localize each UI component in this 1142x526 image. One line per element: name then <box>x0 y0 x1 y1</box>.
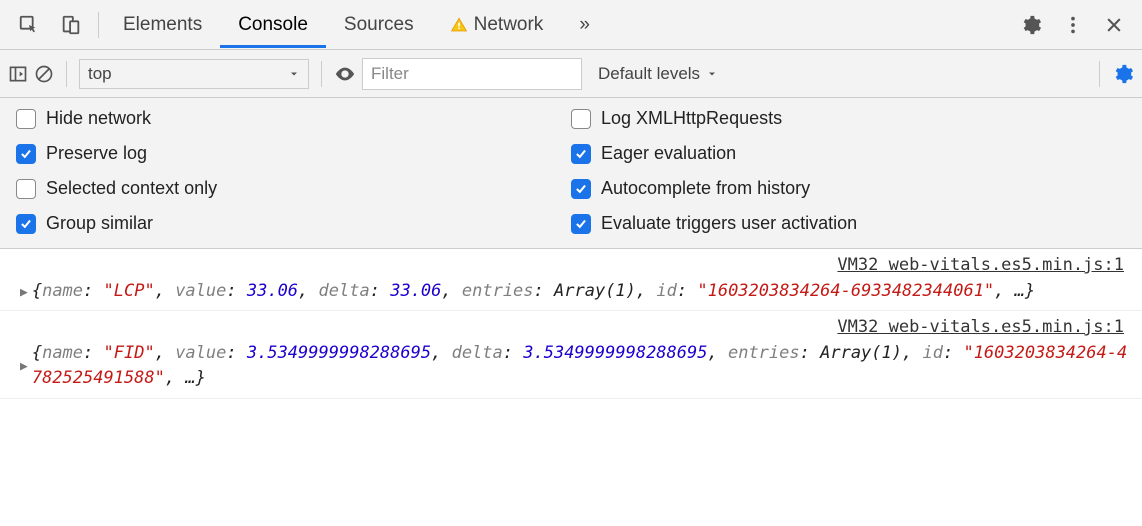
live-expression-eye-icon[interactable] <box>334 63 356 85</box>
divider <box>1099 61 1100 87</box>
checkbox[interactable] <box>16 179 36 199</box>
tabs-overflow[interactable]: » <box>561 2 608 48</box>
setting-label: Preserve log <box>46 143 147 164</box>
filter-input[interactable] <box>362 58 582 90</box>
divider <box>321 61 322 87</box>
setting-selected_context[interactable]: Selected context only <box>16 178 571 199</box>
setting-label: Hide network <box>46 108 151 129</box>
clear-console-icon[interactable] <box>34 64 54 84</box>
setting-preserve_log[interactable]: Preserve log <box>16 143 571 164</box>
log-levels-selector[interactable]: Default levels <box>588 64 728 84</box>
setting-label: Group similar <box>46 213 153 234</box>
close-icon[interactable] <box>1094 9 1134 41</box>
log-entry: VM32 web-vitals.es5.min.js:1 ▶{name: "FID… <box>0 311 1142 399</box>
setting-label: Autocomplete from history <box>601 178 810 199</box>
checkbox[interactable] <box>16 109 36 129</box>
devtools-main-toolbar: Elements Console Sources Network » <box>0 0 1142 50</box>
kebab-menu-icon[interactable] <box>1052 8 1094 42</box>
setting-label: Selected context only <box>46 178 217 199</box>
toggle-sidebar-icon[interactable] <box>8 64 28 84</box>
setting-group_similar[interactable]: Group similar <box>16 213 571 234</box>
setting-log_xhr[interactable]: Log XMLHttpRequests <box>571 108 1126 129</box>
log-object[interactable]: {name: "LCP", value: 33.06, delta: 33.06… <box>32 279 1130 305</box>
setting-autocomplete[interactable]: Autocomplete from history <box>571 178 1126 199</box>
console-log-area: VM32 web-vitals.es5.min.js:1▶{name: "LCP… <box>0 249 1142 399</box>
checkbox[interactable] <box>571 109 591 129</box>
log-object[interactable]: {name: "FID", value: 3.5349999998288695,… <box>32 341 1130 392</box>
expand-arrow-icon[interactable]: ▶ <box>20 281 28 303</box>
settings-gear-icon[interactable] <box>1010 8 1052 42</box>
tab-sources[interactable]: Sources <box>326 2 432 48</box>
log-levels-label: Default levels <box>598 64 700 84</box>
context-selector[interactable]: top <box>79 59 309 89</box>
console-settings-gear-icon[interactable] <box>1112 63 1134 85</box>
checkbox[interactable] <box>571 144 591 164</box>
log-source-link[interactable]: VM32 web-vitals.es5.min.js:1 <box>20 315 1130 341</box>
context-value: top <box>88 64 112 84</box>
tab-network-label: Network <box>474 14 544 36</box>
inspect-element-icon[interactable] <box>8 8 50 42</box>
checkbox[interactable] <box>571 179 591 199</box>
tab-elements[interactable]: Elements <box>105 2 220 48</box>
setting-label: Log XMLHttpRequests <box>601 108 782 129</box>
checkbox[interactable] <box>16 144 36 164</box>
tab-network[interactable]: Network <box>432 2 562 48</box>
divider <box>66 61 67 87</box>
setting-label: Eager evaluation <box>601 143 736 164</box>
divider <box>98 12 99 38</box>
warning-icon <box>450 16 468 34</box>
tab-console[interactable]: Console <box>220 2 326 48</box>
setting-hide_network[interactable]: Hide network <box>16 108 571 129</box>
setting-user_activation[interactable]: Evaluate triggers user activation <box>571 213 1126 234</box>
log-source-link[interactable]: VM32 web-vitals.es5.min.js:1 <box>20 253 1130 279</box>
console-settings-panel: Hide network Preserve log Selected context… <box>0 98 1142 249</box>
checkbox[interactable] <box>571 214 591 234</box>
checkbox[interactable] <box>16 214 36 234</box>
expand-arrow-icon[interactable]: ▶ <box>20 355 28 377</box>
log-entry: VM32 web-vitals.es5.min.js:1▶{name: "LCP… <box>0 249 1142 311</box>
chevron-down-icon <box>706 68 718 80</box>
console-sub-toolbar: top Default levels <box>0 50 1142 98</box>
setting-eager_eval[interactable]: Eager evaluation <box>571 143 1126 164</box>
device-toggle-icon[interactable] <box>50 8 92 42</box>
setting-label: Evaluate triggers user activation <box>601 213 857 234</box>
chevron-down-icon <box>288 68 300 80</box>
